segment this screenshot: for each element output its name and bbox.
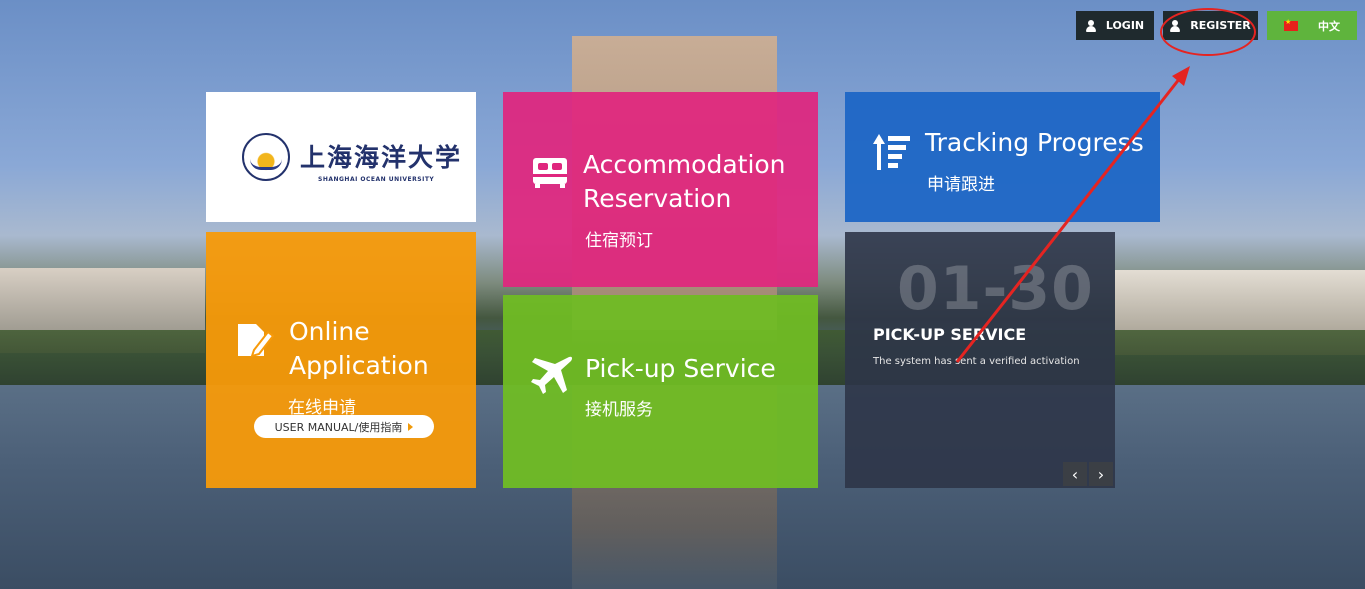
annotation-arrow <box>955 66 1190 363</box>
